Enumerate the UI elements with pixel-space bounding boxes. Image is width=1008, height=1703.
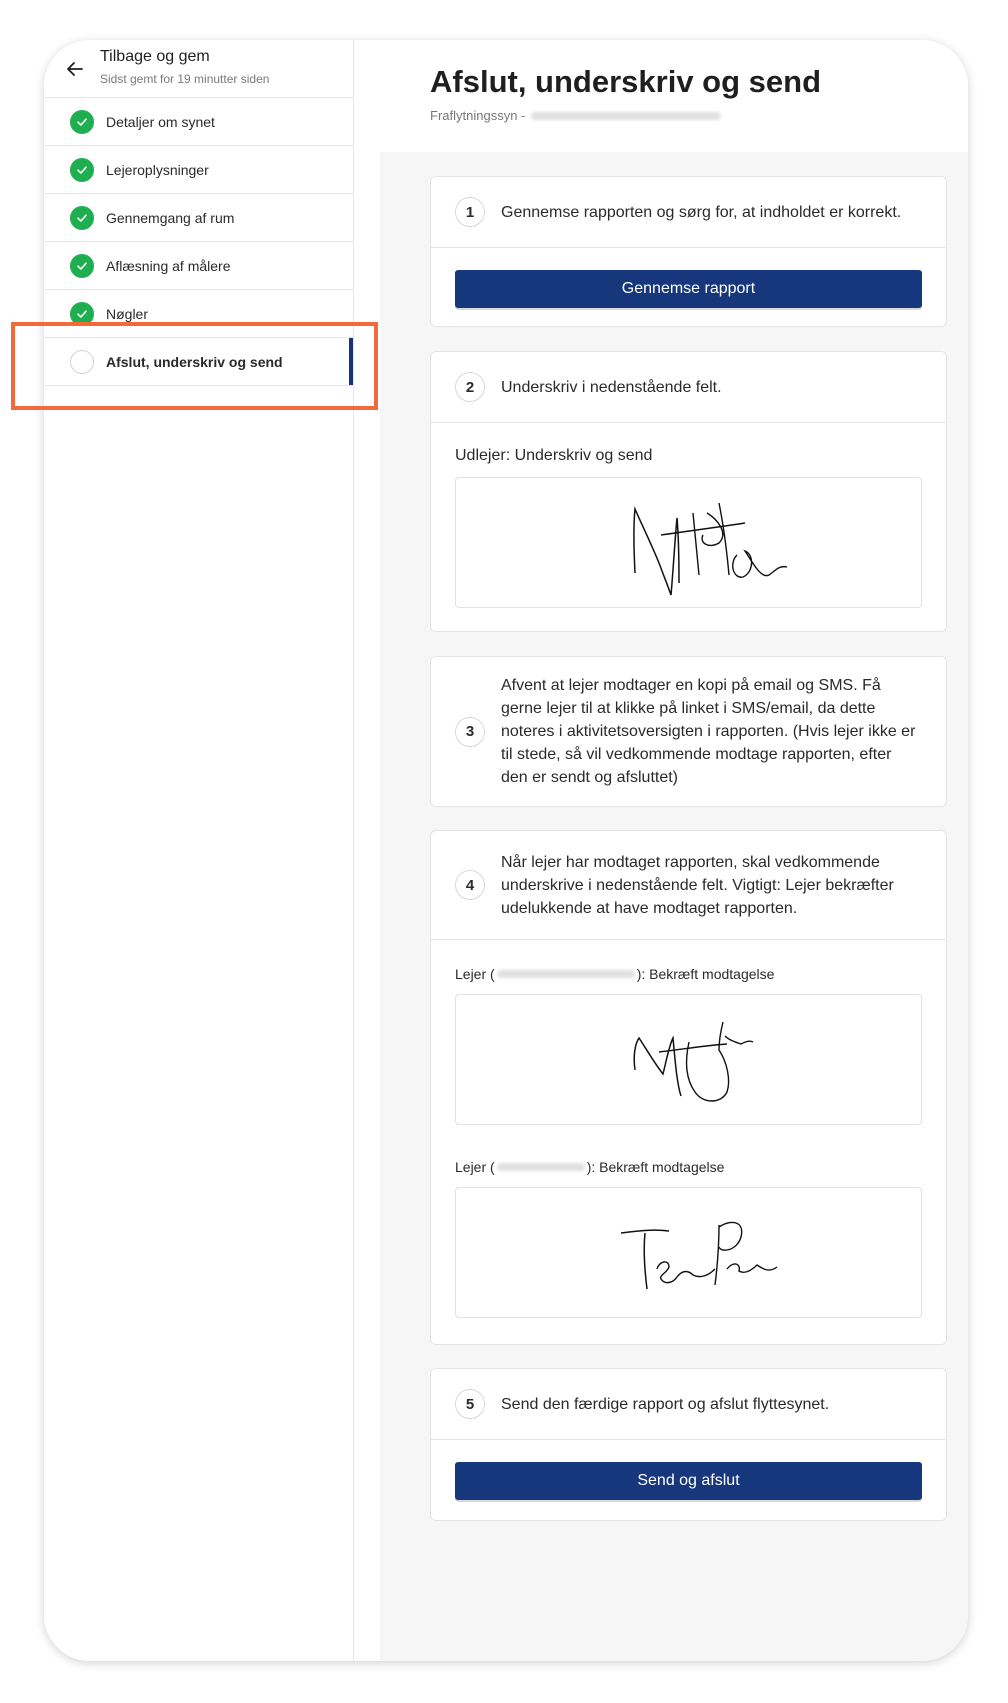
landlord-signature-drawing [632, 502, 787, 595]
check-circle-icon [70, 109, 94, 134]
sidebar-item-label: Detaljer om synet [106, 113, 215, 130]
tenant-1-signature-drawing [632, 1021, 753, 1102]
step-card-3: 3 Afvent at lejer modtager en kopi på em… [430, 656, 947, 807]
back-title[interactable]: Tilbage og gem [100, 48, 269, 66]
check-circle-icon [70, 205, 94, 230]
lejer-prefix: Lejer ( [455, 1159, 495, 1175]
app-window: Tilbage og gem Sidst gemt for 19 minutte… [44, 40, 968, 1661]
arrow-left-icon[interactable] [64, 58, 86, 80]
page-subtitle: Fraflytningssyn - [430, 108, 722, 123]
last-saved-text: Sidst gemt for 19 minutter siden [100, 72, 270, 86]
highlight-annotation-box [11, 322, 378, 410]
step-text: Gennemse rapporten og sørg for, at indho… [501, 203, 902, 221]
lejer-suffix: ): Bekræft modtagelse [636, 966, 775, 982]
sidebar-item-gennemgang[interactable]: Gennemgang af rum [44, 194, 353, 242]
step-number: 1 [455, 197, 485, 227]
review-report-button[interactable]: Gennemse rapport [455, 270, 922, 308]
sidebar-item-detaljer[interactable]: Detaljer om synet [44, 98, 353, 146]
step-number: 5 [455, 1389, 485, 1419]
page-header: Afslut, underskriv og send Fraflytningss… [380, 40, 968, 152]
tenant-2-signature-pad[interactable] [455, 1187, 922, 1318]
tenant-1-signature-label: Lejer ( ): Bekræft modtagelse [455, 966, 946, 982]
step-card-5: 5 Send den færdige rapport og afslut fly… [430, 1368, 947, 1521]
step-number: 2 [455, 372, 485, 402]
step-text: Underskriv i nedenstående felt. [501, 378, 722, 396]
sidebar-item-maalere[interactable]: Aflæsning af målere [44, 242, 353, 290]
step-number: 3 [455, 716, 485, 747]
sidebar-item-lejeroplysninger[interactable]: Lejeroplysninger [44, 146, 353, 194]
redacted-tenant-name [496, 1163, 585, 1171]
redacted-address [531, 111, 722, 120]
check-circle-icon [70, 253, 94, 278]
landlord-signature-pad[interactable] [455, 477, 922, 608]
step-card-2: 2 Underskriv i nedenstående felt. Udleje… [430, 351, 947, 632]
landlord-signature-label: Udlejer: Underskriv og send [455, 447, 653, 464]
page-title: Afslut, underskriv og send [430, 64, 822, 99]
step-text: Når lejer har modtaget rapporten, skal v… [501, 853, 894, 917]
main-content: 1 Gennemse rapporten og sørg for, at ind… [380, 152, 968, 1661]
lejer-suffix: ): Bekræft modtagelse [586, 1159, 725, 1175]
lejer-prefix: Lejer ( [455, 966, 495, 982]
tenant-2-signature-drawing [620, 1221, 777, 1289]
step-card-1: 1 Gennemse rapporten og sørg for, at ind… [430, 176, 947, 327]
redacted-tenant-name [496, 970, 635, 978]
sidebar-item-label: Gennemgang af rum [106, 209, 235, 226]
sidebar: Tilbage og gem Sidst gemt for 19 minutte… [44, 40, 354, 1661]
send-and-finish-button[interactable]: Send og afslut [455, 1462, 922, 1500]
step-card-4: 4 Når lejer har modtaget rapporten, skal… [430, 830, 947, 1345]
subtitle-prefix: Fraflytningssyn - [430, 108, 526, 123]
tenant-1-signature-pad[interactable] [455, 994, 922, 1125]
step-number: 4 [455, 870, 485, 900]
check-circle-icon [70, 157, 94, 182]
sidebar-item-label: Aflæsning af målere [106, 257, 231, 274]
step-text: Afvent at lejer modtager en kopi på emai… [501, 677, 916, 786]
sidebar-item-label: Lejeroplysninger [106, 161, 209, 178]
step-text: Send den færdige rapport og afslut flytt… [501, 1395, 830, 1413]
tenant-2-signature-label: Lejer ( ): Bekræft modtagelse [455, 1159, 946, 1175]
sidebar-item-label: Nøgler [106, 305, 149, 322]
back-and-save[interactable]: Tilbage og gem Sidst gemt for 19 minutte… [44, 40, 353, 98]
